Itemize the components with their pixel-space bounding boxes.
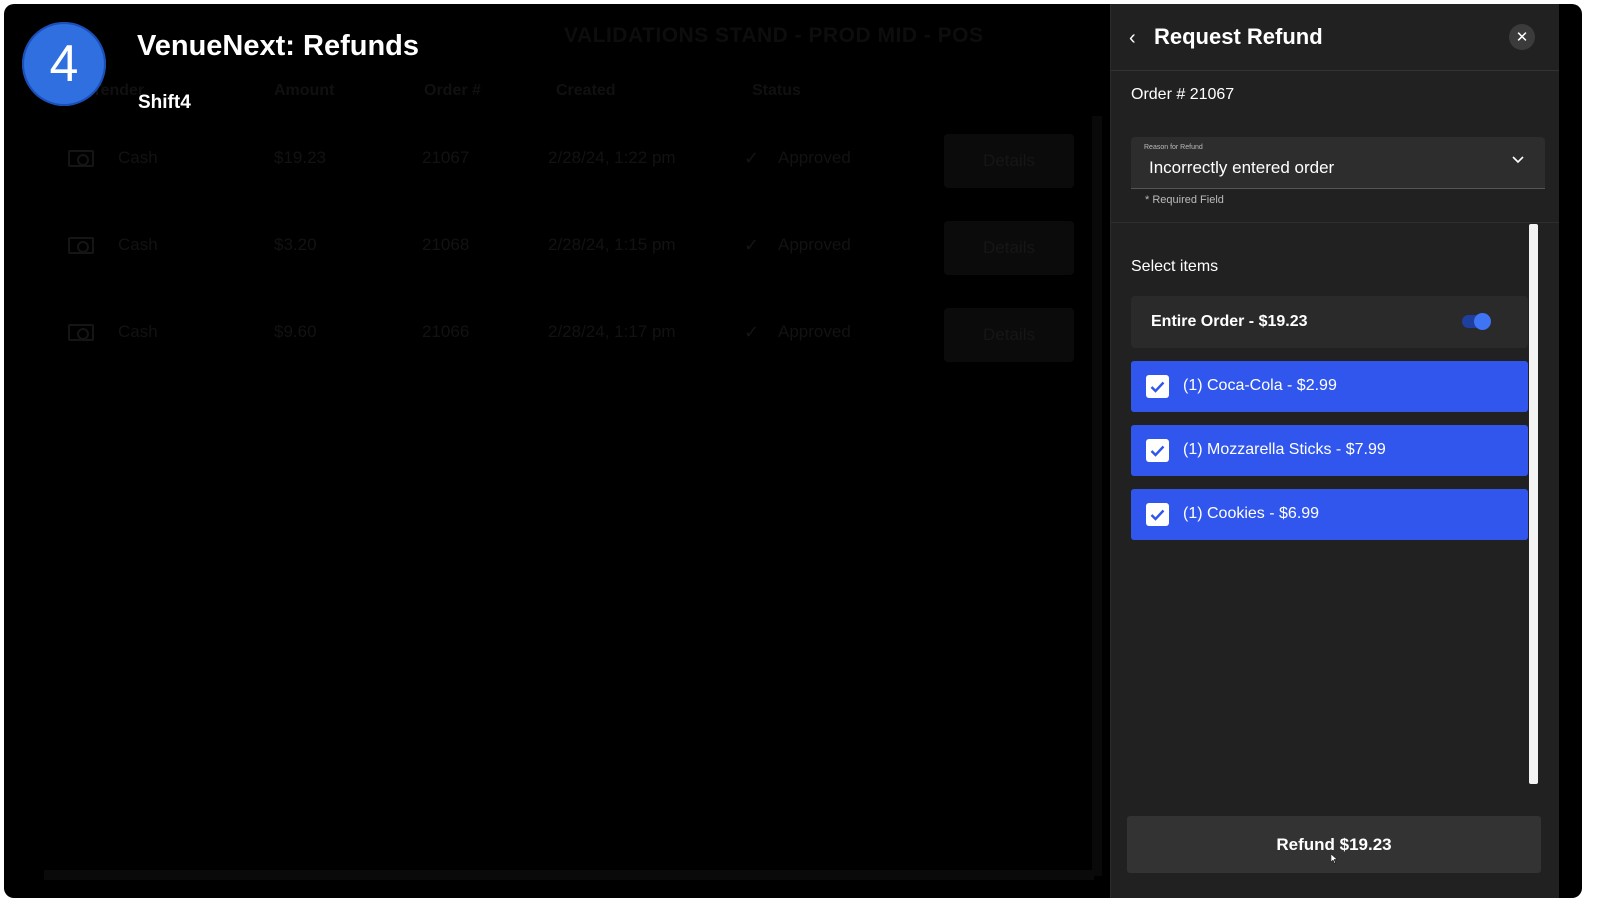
tender-cell: Cash <box>118 322 158 341</box>
chevron-down-icon <box>1512 153 1524 167</box>
close-icon: ✕ <box>1515 29 1529 46</box>
check-icon: ✓ <box>744 235 760 255</box>
order-cell: 21068 <box>422 235 470 254</box>
entire-order-toggle[interactable] <box>1462 313 1491 330</box>
check-icon: ✓ <box>744 322 760 342</box>
amount-cell: $19.23 <box>274 148 326 167</box>
created-cell: 2/28/24, 1:17 pm <box>548 322 676 341</box>
refund-item-row[interactable]: (1) Cookies - $6.99 <box>1131 489 1528 540</box>
column-header-order: Order # <box>424 82 481 99</box>
refund-reason-label: Reason for Refund <box>1144 144 1203 151</box>
table-row[interactable]: Cash $3.20 21068 2/28/24, 1:15 pm ✓ Appr… <box>4 217 1104 277</box>
checkmark-icon <box>1150 445 1165 457</box>
app-window: VALIDATIONS STAND - PROD MID - POS Tende… <box>4 4 1582 898</box>
amount-cell: $3.20 <box>274 235 317 254</box>
created-cell: 2/28/24, 1:22 pm <box>548 148 676 167</box>
item-checkbox[interactable] <box>1146 503 1169 526</box>
item-label: (1) Coca-Cola - $2.99 <box>1183 377 1337 394</box>
checkmark-icon <box>1150 381 1165 393</box>
check-icon: ✓ <box>744 148 760 168</box>
mouse-cursor-icon <box>1331 854 1337 864</box>
horizontal-scrollbar[interactable] <box>44 870 1094 880</box>
panel-title: Request Refund <box>1154 24 1323 49</box>
order-number: Order # 21067 <box>1131 86 1235 103</box>
divider <box>1111 222 1559 223</box>
details-button[interactable]: Details <box>944 221 1074 275</box>
refund-reason-value: Incorrectly entered order <box>1149 158 1335 177</box>
select-items-label: Select items <box>1131 258 1219 275</box>
cash-icon <box>68 324 94 341</box>
toggle-knob <box>1474 313 1491 330</box>
entire-order-label: Entire Order - $19.23 <box>1151 313 1308 330</box>
close-button[interactable]: ✕ <box>1509 24 1535 50</box>
request-refund-panel: ‹ Request Refund ✕ Order # 21067 Reason … <box>1110 4 1559 898</box>
refund-reason-select[interactable]: Reason for Refund Incorrectly entered or… <box>1131 137 1545 189</box>
cash-icon <box>68 237 94 254</box>
tender-cell: Cash <box>118 235 158 254</box>
item-checkbox[interactable] <box>1146 375 1169 398</box>
created-cell: 2/28/24, 1:15 pm <box>548 235 676 254</box>
refund-button[interactable]: Refund $19.23 <box>1127 816 1541 873</box>
table-row[interactable]: Cash $9.60 21066 2/28/24, 1:17 pm ✓ Appr… <box>4 304 1104 364</box>
order-cell: 21067 <box>422 148 470 167</box>
status-cell: Approved <box>778 322 851 341</box>
details-button[interactable]: Details <box>944 308 1074 362</box>
chevron-left-icon[interactable]: ‹ <box>1129 26 1136 50</box>
details-button[interactable]: Details <box>944 134 1074 188</box>
overlay-title: VenueNext: Refunds <box>137 30 419 62</box>
required-field-note: * Required Field <box>1145 194 1224 206</box>
order-cell: 21066 <box>422 322 470 341</box>
step-number-badge: 4 <box>22 22 106 106</box>
item-label: (1) Cookies - $6.99 <box>1183 505 1320 522</box>
entire-order-row[interactable]: Entire Order - $19.23 <box>1131 296 1528 348</box>
tender-cell: Cash <box>118 148 158 167</box>
amount-cell: $9.60 <box>274 322 317 341</box>
item-label: (1) Mozzarella Sticks - $7.99 <box>1183 441 1386 458</box>
cash-icon <box>68 150 94 167</box>
column-header-created: Created <box>556 82 616 99</box>
item-checkbox[interactable] <box>1146 439 1169 462</box>
stand-title: VALIDATIONS STAND - PROD MID - POS <box>564 24 984 47</box>
table-scrollbar[interactable] <box>1092 116 1102 876</box>
column-header-status: Status <box>752 82 801 99</box>
panel-scrollbar[interactable] <box>1529 224 1538 784</box>
status-cell: Approved <box>778 235 851 254</box>
checkmark-icon <box>1150 509 1165 521</box>
column-header-amount: Amount <box>274 82 335 99</box>
panel-header: ‹ Request Refund ✕ <box>1111 4 1559 71</box>
refund-item-row[interactable]: (1) Mozzarella Sticks - $7.99 <box>1131 425 1528 476</box>
table-row[interactable]: Cash $19.23 21067 2/28/24, 1:22 pm ✓ App… <box>4 130 1104 190</box>
overlay-subtitle: Shift4 <box>138 92 191 113</box>
refund-item-row[interactable]: (1) Coca-Cola - $2.99 <box>1131 361 1528 412</box>
status-cell: Approved <box>778 148 851 167</box>
